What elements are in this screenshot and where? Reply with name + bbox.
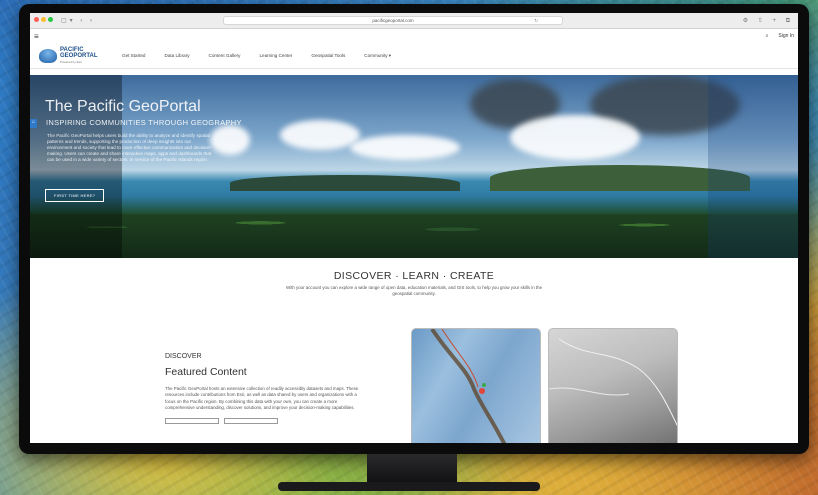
map-thumbnail: [549, 338, 677, 427]
address-bar[interactable]: pacificgeoportal.com ↻: [223, 16, 564, 25]
hero-banner: ⌂ The Pacific GeoPortal INSPIRING COMMUN…: [30, 75, 798, 258]
nav-arrows-icon[interactable]: ▢▾ ‹ ›: [61, 17, 95, 24]
logo-tagline: Powered by Esri: [60, 59, 82, 64]
cloud: [350, 135, 460, 160]
close-icon[interactable]: [34, 17, 39, 22]
hero-subtitle: INSPIRING COMMUNITIES THROUGH GEOGRAPHY: [46, 118, 242, 127]
featured-heading: Featured Content: [165, 366, 247, 378]
side-tab-icon[interactable]: ⌂: [30, 119, 37, 128]
monitor-base: [278, 482, 540, 491]
hero-description: The Pacific GeoPortal helps users build …: [47, 133, 212, 163]
nav-get-started[interactable]: Get Started: [122, 53, 146, 59]
maximize-icon[interactable]: [48, 17, 53, 22]
hero-overlay-right: [708, 75, 798, 258]
nav-content-gallery[interactable]: Content Gallery: [209, 53, 241, 59]
nav-community[interactable]: Community ▾: [364, 53, 391, 59]
globe-logo-icon: [39, 48, 57, 63]
logo-text: PACIFIC GEOPORTAL Powered by Esri: [60, 47, 98, 65]
first-time-button[interactable]: FIRST TIME HERE?: [45, 189, 105, 202]
island: [230, 175, 460, 191]
hamburger-menu-icon[interactable]: ≡: [34, 32, 39, 41]
featured-section: DISCOVER Featured Content The Pacific Ge…: [165, 353, 365, 425]
reload-icon[interactable]: ↻: [534, 18, 538, 24]
logo-line2: GEOPORTAL: [60, 52, 98, 59]
featured-button-1[interactable]: [165, 418, 219, 425]
utility-bar: ≡ ⌕ Sign In: [30, 29, 798, 43]
nav-data-library[interactable]: Data Library: [165, 53, 190, 59]
discover-subtitle: With your account you can explore a wide…: [285, 285, 543, 297]
discover-heading: DISCOVER · LEARN · CREATE: [333, 270, 495, 282]
cloud: [280, 120, 360, 150]
nav-learning-center[interactable]: Learning Center: [259, 53, 292, 59]
browser-window: ▢▾ ‹ › pacificgeoportal.com ↻ ⚙ ⇧ + ⧉ ≡ …: [30, 13, 798, 443]
browser-actions-icon[interactable]: ⚙ ⇧ + ⧉: [743, 17, 794, 25]
url-text: pacificgeoportal.com: [372, 18, 414, 23]
featured-buttons: [165, 418, 365, 425]
cloud: [510, 115, 640, 160]
main-navigation: PACIFIC GEOPORTAL Powered by Esri Get St…: [30, 43, 798, 69]
featured-kicker: DISCOVER: [165, 353, 202, 360]
nav-geospatial-tools[interactable]: Geospatial Tools: [311, 53, 345, 59]
window-controls[interactable]: [34, 17, 55, 24]
monitor-stand: [367, 454, 457, 484]
site-logo[interactable]: PACIFIC GEOPORTAL Powered by Esri: [39, 47, 119, 65]
featured-map-card[interactable]: [411, 328, 541, 443]
featured-map-card[interactable]: [548, 328, 678, 443]
featured-description: The Pacific GeoPortal hosts an extensive…: [165, 386, 359, 410]
search-icon[interactable]: ⌕: [766, 33, 769, 39]
cloud: [210, 125, 250, 155]
browser-toolbar: ▢▾ ‹ › pacificgeoportal.com ↻ ⚙ ⇧ + ⧉: [30, 13, 798, 29]
map-thumbnail: [430, 329, 507, 443]
nav-links: Get Started Data Library Content Gallery…: [122, 53, 410, 59]
sign-in-link[interactable]: Sign In: [778, 33, 794, 39]
hero-title: The Pacific GeoPortal: [45, 98, 201, 115]
minimize-icon[interactable]: [41, 17, 46, 22]
forest-foreground: [30, 214, 798, 258]
featured-button-2[interactable]: [224, 418, 278, 425]
